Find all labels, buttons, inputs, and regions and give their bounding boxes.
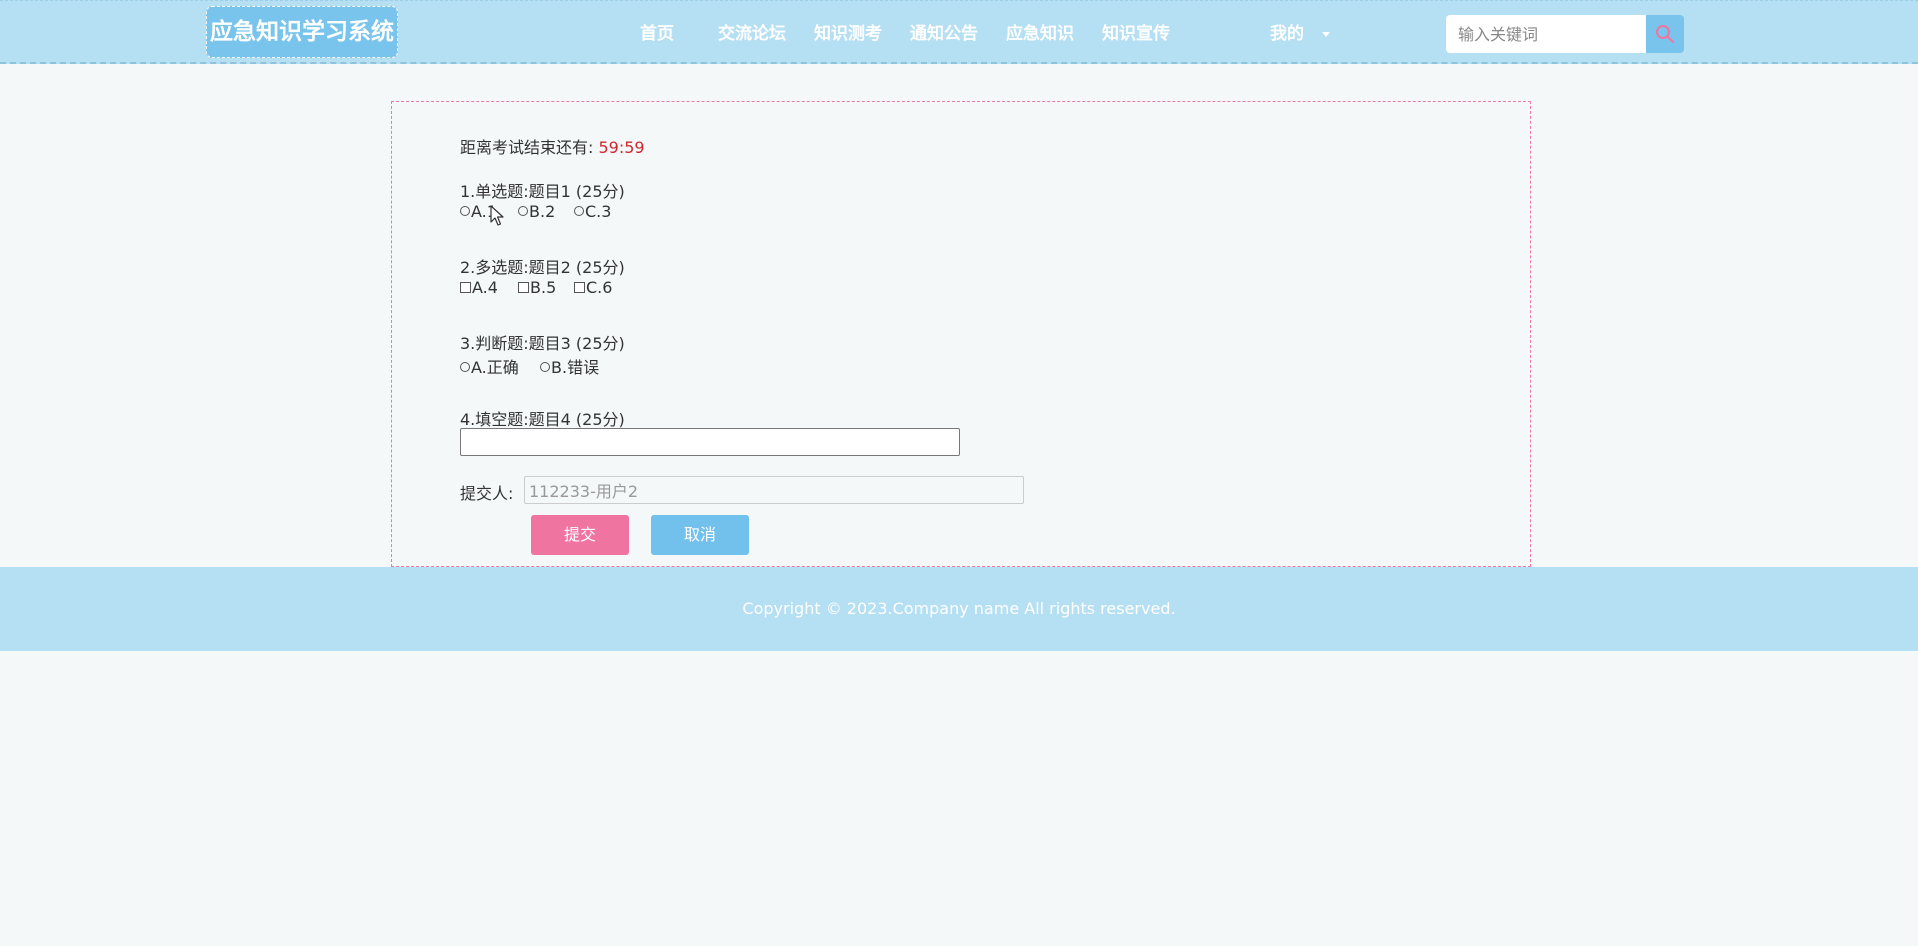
option-label: B.2 xyxy=(529,202,556,221)
question-title-1: 1.单选题:题目1 (25分) xyxy=(460,182,625,201)
radio-icon[interactable] xyxy=(518,206,528,216)
option-label: B.错误 xyxy=(551,358,600,377)
option-label: B.5 xyxy=(530,278,557,297)
submitter-field[interactable] xyxy=(524,476,1024,504)
nav-item-notice[interactable]: 通知公告 xyxy=(910,1,978,67)
nav-item-knowledge[interactable]: 应急知识 xyxy=(1006,1,1074,67)
mouse-cursor-icon xyxy=(490,205,504,226)
radio-icon[interactable] xyxy=(540,362,550,372)
q2-option-b[interactable]: B.5 xyxy=(518,278,556,297)
q2-option-a[interactable]: A.4 xyxy=(460,278,498,297)
countdown-label: 距离考试结束还有: xyxy=(460,138,594,157)
checkbox-icon[interactable] xyxy=(518,282,529,293)
nav-item-publicity[interactable]: 知识宣传 xyxy=(1102,1,1170,67)
question-title-4: 4.填空题:题目4 (25分) xyxy=(460,410,625,429)
radio-icon[interactable] xyxy=(460,206,470,216)
submit-button[interactable]: 提交 xyxy=(531,515,629,555)
cancel-button[interactable]: 取消 xyxy=(651,515,749,555)
option-label: C.3 xyxy=(585,202,612,221)
option-label: C.6 xyxy=(586,278,613,297)
top-header: 应急知识学习系统 首页 交流论坛 知识测考 通知公告 应急知识 知识宣传 我的 xyxy=(0,0,1918,64)
countdown: 距离考试结束还有: 59:59 xyxy=(460,134,645,158)
q1-option-c[interactable]: C.3 xyxy=(574,202,611,221)
q3-option-b[interactable]: B.错误 xyxy=(540,354,599,378)
site-logo[interactable]: 应急知识学习系统 xyxy=(206,6,398,58)
q2-option-c[interactable]: C.6 xyxy=(574,278,612,297)
fill-blank-input[interactable] xyxy=(460,428,960,456)
search-icon xyxy=(1656,25,1674,43)
countdown-timer: 59:59 xyxy=(598,138,645,157)
question-title-3: 3.判断题:题目3 (25分) xyxy=(460,334,625,353)
search-button[interactable] xyxy=(1646,15,1684,53)
checkbox-icon[interactable] xyxy=(460,282,471,293)
question-title-2: 2.多选题:题目2 (25分) xyxy=(460,258,625,277)
nav-item-exam[interactable]: 知识测考 xyxy=(814,1,882,67)
q3-option-a[interactable]: A.正确 xyxy=(460,354,519,378)
checkbox-icon[interactable] xyxy=(574,282,585,293)
copyright-text: Copyright © 2023.Company name All rights… xyxy=(742,599,1176,618)
option-label: A.4 xyxy=(472,278,498,297)
nav-item-home[interactable]: 首页 xyxy=(640,1,674,67)
chevron-down-icon[interactable] xyxy=(1322,32,1330,37)
q1-option-b[interactable]: B.2 xyxy=(518,202,555,221)
search-input[interactable] xyxy=(1446,15,1646,53)
nav-item-forum[interactable]: 交流论坛 xyxy=(718,1,786,67)
radio-icon[interactable] xyxy=(460,362,470,372)
submitter-label: 提交人: xyxy=(460,484,514,503)
radio-icon[interactable] xyxy=(574,206,584,216)
option-label: A.正确 xyxy=(471,358,519,377)
nav-item-mine[interactable]: 我的 xyxy=(1270,1,1304,67)
footer: Copyright © 2023.Company name All rights… xyxy=(0,567,1918,651)
